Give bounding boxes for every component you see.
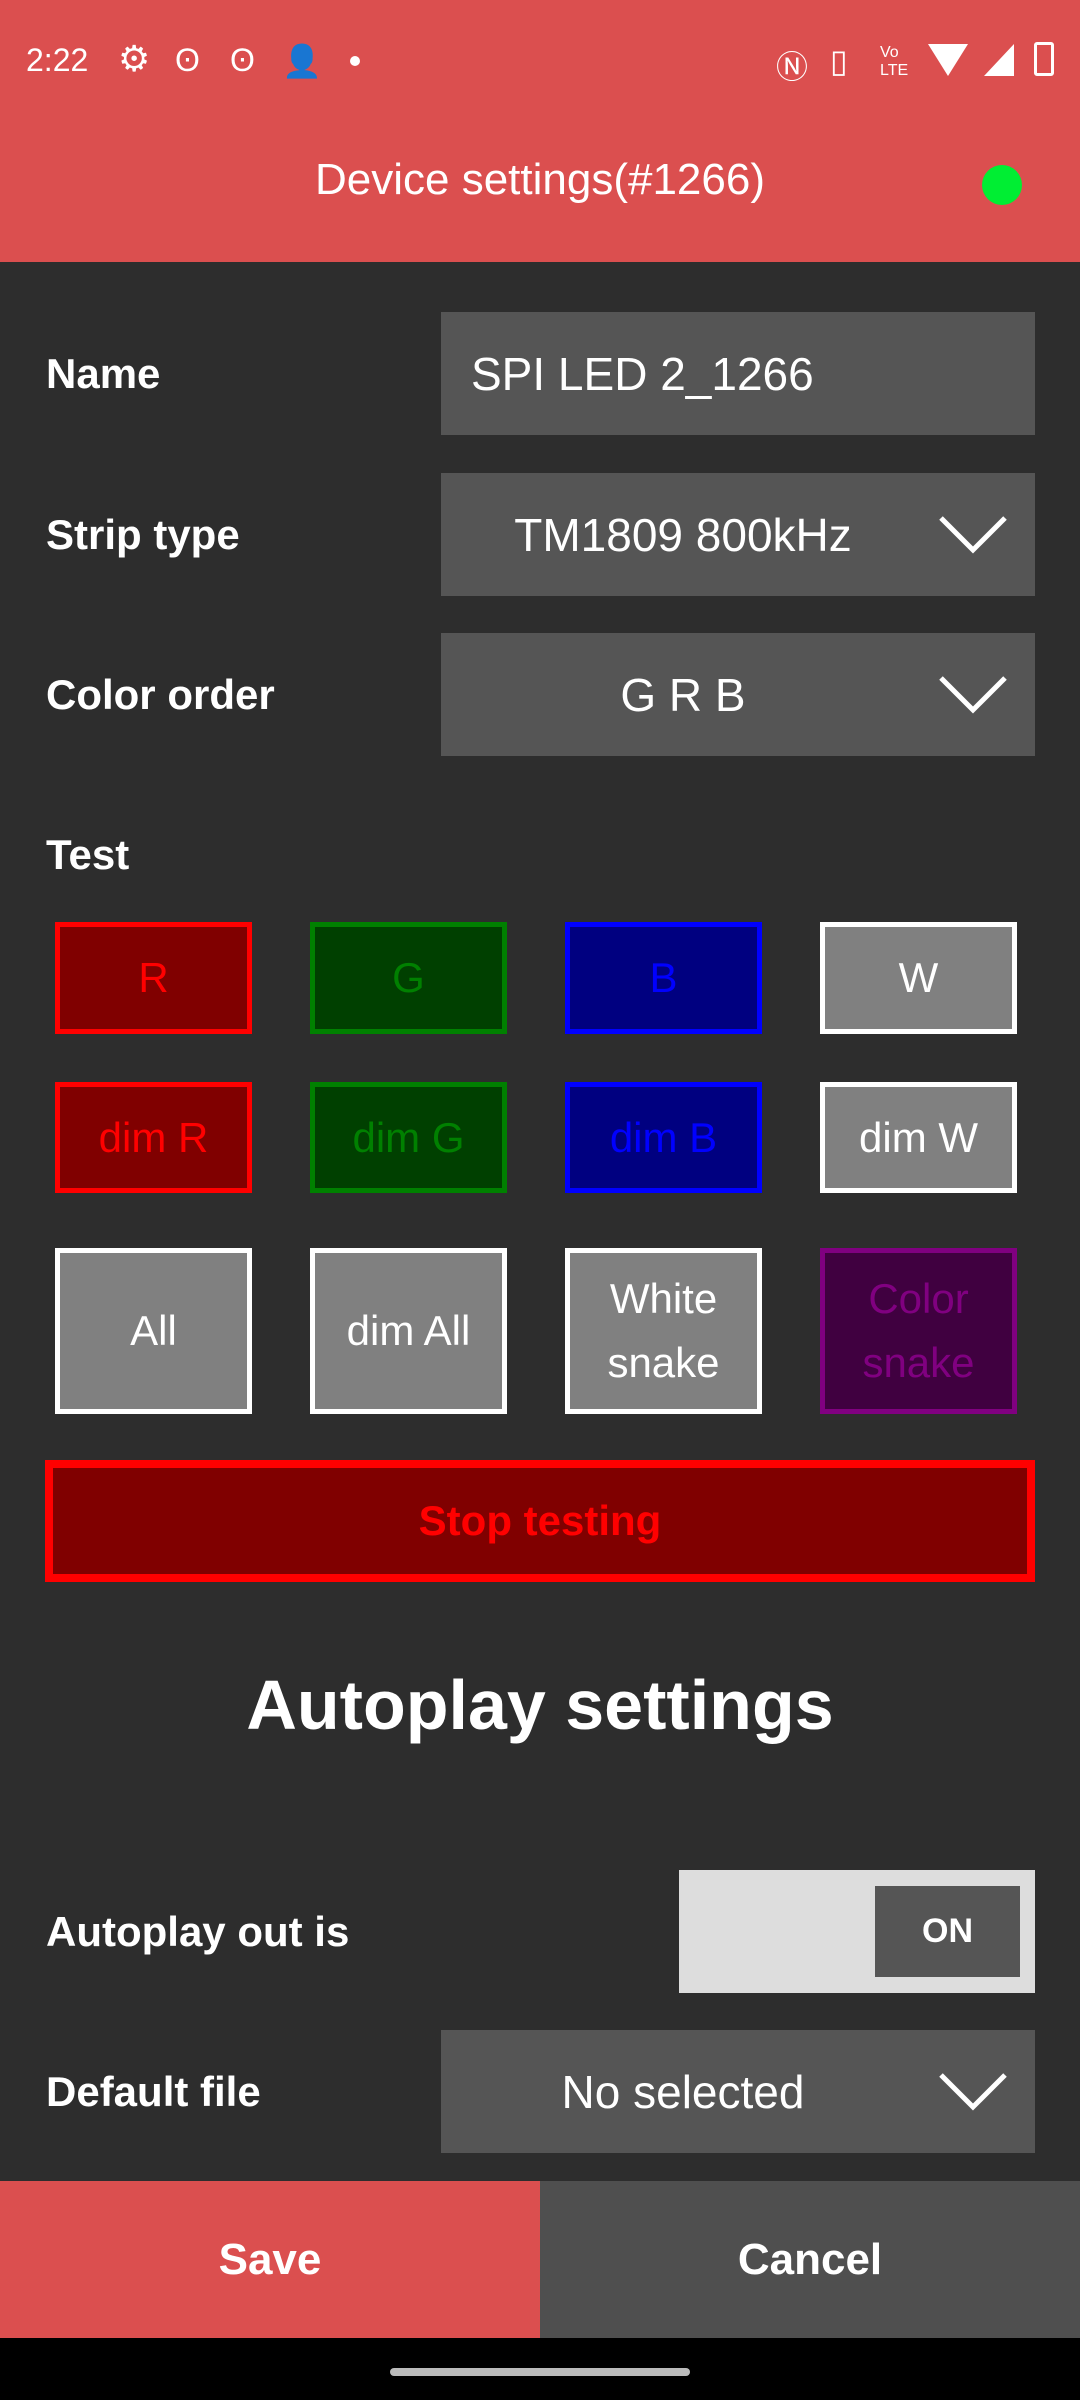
- home-handle[interactable]: [390, 2368, 690, 2376]
- vibrate-icon: ▯: [830, 43, 848, 79]
- strip-type-dropdown[interactable]: TM1809 800kHz: [441, 473, 1035, 596]
- nfc-icon: Ⓝ: [776, 49, 809, 85]
- signal-icon: [984, 44, 1014, 76]
- wifi-icon: [928, 44, 968, 76]
- test-button-color-snake[interactable]: Color snake: [820, 1248, 1017, 1414]
- autoplay-out-label: Autoplay out is: [46, 1907, 350, 1955]
- strip-type-label: Strip type: [46, 510, 240, 558]
- test-button-dim-g[interactable]: dim G: [310, 1082, 507, 1193]
- dot-icon: [350, 56, 360, 66]
- test-button-dim-r[interactable]: dim R: [55, 1082, 252, 1193]
- color-order-label: Color order: [46, 670, 275, 718]
- status-bar: 2:22 ⚙ ʘ ʘ 👤 Ⓝ ▯ Vo LTE: [0, 0, 1080, 105]
- test-button-b[interactable]: B: [565, 922, 762, 1034]
- toggle-state: ON: [875, 1886, 1020, 1977]
- android-icon: ʘ: [175, 42, 200, 78]
- name-label: Name: [46, 349, 161, 397]
- page-title: Device settings(#1266): [314, 155, 765, 204]
- save-button[interactable]: Save: [0, 2181, 540, 2338]
- autoplay-toggle[interactable]: ON: [679, 1870, 1035, 1993]
- test-button-g[interactable]: G: [310, 922, 507, 1034]
- person-add-icon: 👤: [282, 43, 322, 79]
- test-button-dim-all[interactable]: dim All: [310, 1248, 507, 1414]
- stop-testing-button[interactable]: Stop testing: [45, 1460, 1035, 1582]
- name-input[interactable]: SPI LED 2_1266: [441, 312, 1035, 435]
- app-bar: Device settings(#1266): [0, 105, 1080, 262]
- battery-charging-icon: [1034, 42, 1054, 76]
- test-button-r[interactable]: R: [55, 922, 252, 1034]
- android-icon: ʘ: [230, 42, 255, 78]
- test-button-all[interactable]: All: [55, 1248, 252, 1414]
- clock: 2:22: [26, 42, 89, 78]
- volte-icon: Vo LTE: [880, 44, 909, 79]
- connection-status-indicator: [982, 165, 1022, 205]
- chevron-down-icon: [910, 473, 1035, 596]
- default-file-label: Default file: [46, 2067, 261, 2115]
- default-file-dropdown[interactable]: No selected: [441, 2030, 1035, 2153]
- chevron-down-icon: [910, 633, 1035, 756]
- gear-icon: ⚙: [118, 38, 151, 79]
- cancel-button[interactable]: Cancel: [540, 2181, 1080, 2338]
- chevron-down-icon: [910, 2030, 1035, 2153]
- autoplay-heading: Autoplay settings: [246, 1666, 834, 1744]
- test-button-w[interactable]: W: [820, 922, 1017, 1034]
- test-button-dim-b[interactable]: dim B: [565, 1082, 762, 1193]
- test-button-white-snake[interactable]: White snake: [565, 1248, 762, 1414]
- color-order-dropdown[interactable]: G R B: [441, 633, 1035, 756]
- test-button-dim-w[interactable]: dim W: [820, 1082, 1017, 1193]
- test-label: Test: [46, 830, 130, 878]
- navigation-bar: [0, 2338, 1080, 2400]
